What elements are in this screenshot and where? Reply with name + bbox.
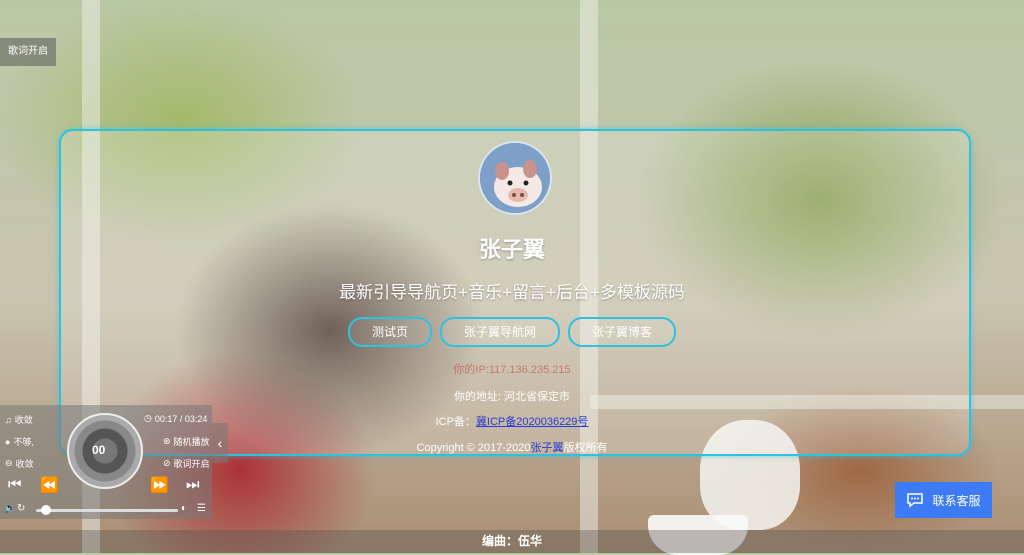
toggle-icon[interactable]: ◐: [181, 503, 187, 514]
copyright-prefix: Copyright © 2017-2020: [416, 442, 531, 454]
now-playing-bar: 编曲：伍华: [0, 530, 1024, 553]
user-row: ● 不够,: [5, 435, 34, 448]
shuffle-button[interactable]: ⊛ 随机播放: [163, 435, 210, 448]
collect-bottom-label: 收敛: [15, 459, 34, 469]
shuffle-label: 随机播放: [173, 437, 210, 447]
chevron-left-icon: ‹: [217, 435, 223, 451]
copyright-owner-link[interactable]: 张子翼: [530, 442, 563, 454]
customer-service-label: 联系客服: [932, 493, 981, 508]
profile-name: 张子翼: [478, 237, 545, 262]
collect-bottom[interactable]: ⊖ 收敛: [5, 457, 34, 470]
player-lyrics-label: 歌词开启: [173, 459, 210, 469]
nav-site-button[interactable]: 张子翼导航网: [439, 317, 560, 347]
avatar[interactable]: [478, 141, 552, 215]
test-page-button[interactable]: 测试页: [347, 317, 432, 347]
collect-label: 收敛: [14, 415, 33, 425]
link-buttons: 测试页 张子翼导航网 张子翼博客: [0, 317, 1024, 347]
volume-icon[interactable]: 🔈: [4, 503, 16, 514]
time-text: 00:17 / 03:24: [154, 413, 208, 424]
customer-service-button[interactable]: 联系客服: [895, 482, 992, 518]
disc-label: 00: [92, 443, 106, 457]
collect-top[interactable]: ♫ 收敛: [5, 413, 33, 426]
player-collapse-tab[interactable]: ‹: [212, 423, 228, 463]
music-note-icon: ♫: [5, 414, 12, 425]
music-player: ♫ 收敛 ◷ 00:17 / 03:24 ● 不够, ⊛ 随机播放 ⊖ 收敛 ⊘…: [0, 405, 212, 519]
ip-info: 你的IP:117.136.235.215: [0, 361, 1024, 377]
progress-knob[interactable]: [41, 505, 51, 515]
user-icon: ●: [5, 436, 11, 447]
player-lyrics-button[interactable]: ⊘ 歌词开启: [163, 457, 210, 470]
fast-forward-icon[interactable]: ⏩: [150, 476, 169, 494]
blog-button[interactable]: 张子翼博客: [568, 317, 677, 347]
chat-icon: [907, 493, 924, 508]
lyrics-toggle-button[interactable]: 歌词开启: [0, 38, 56, 66]
copyright-suffix: 版权所有: [563, 442, 608, 454]
ip-value: 117.136.235.215: [488, 364, 571, 376]
skip-end-icon[interactable]: ⏭: [186, 476, 200, 493]
collapse-icon: ⊖: [5, 458, 13, 468]
rewind-icon[interactable]: ⏪: [40, 476, 59, 494]
playlist-icon[interactable]: ☰: [197, 503, 206, 514]
skip-start-icon[interactable]: ⏮: [8, 476, 22, 493]
user-text: 不够,: [13, 437, 34, 447]
icp-label: ICP备：: [435, 416, 476, 428]
shuffle-icon: ⊛: [163, 436, 171, 446]
check-icon: ⊘: [163, 458, 171, 468]
ip-label: 你的IP:: [453, 364, 489, 376]
clock-icon: ◷: [144, 413, 152, 423]
progress-bar[interactable]: [36, 509, 178, 512]
address-info: 你的地址: 河北省保定市: [453, 391, 571, 403]
profile-subtitle: 最新引导导航页+音乐+留言+后台+多模板源码: [339, 283, 685, 302]
loop-icon[interactable]: ↻: [17, 503, 25, 514]
pig-avatar-icon: [480, 143, 550, 213]
time-display: ◷ 00:17 / 03:24: [144, 413, 207, 424]
icp-link[interactable]: 冀ICP备2020036229号: [476, 416, 589, 428]
